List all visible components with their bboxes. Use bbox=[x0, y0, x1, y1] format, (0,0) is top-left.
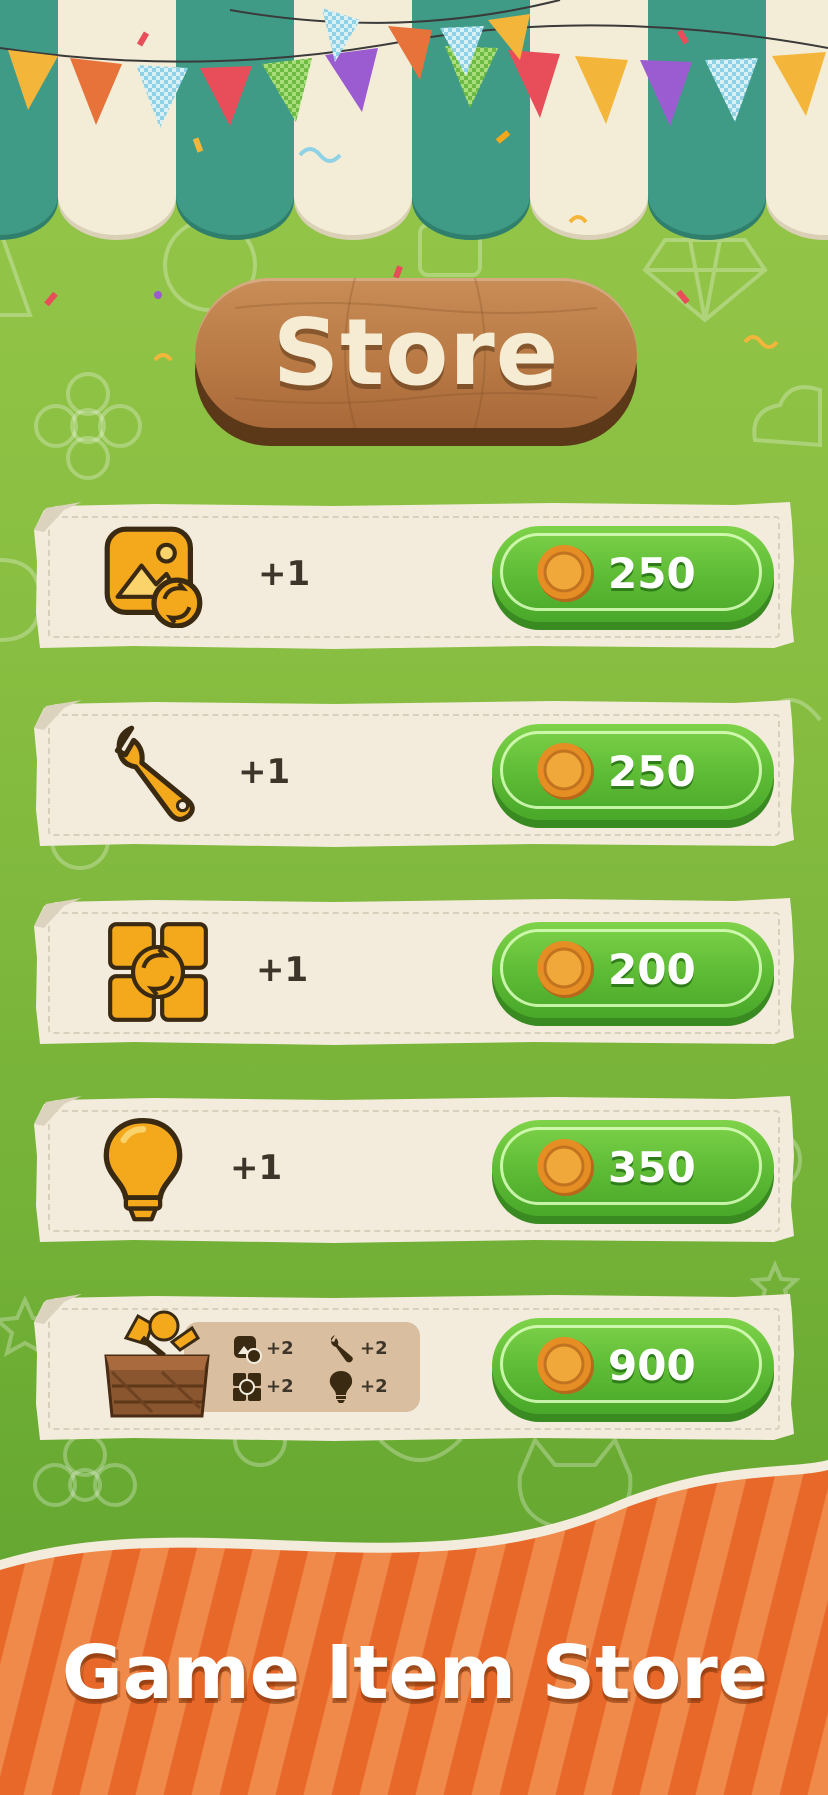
bundle-contents-panel: +2 +2 +2 +2 bbox=[184, 1322, 420, 1412]
treasure-chest-icon bbox=[104, 1310, 210, 1418]
store-item-card: +1 250 bbox=[34, 700, 794, 847]
bundle-quantity: +2 bbox=[266, 1376, 294, 1397]
bundle-card: +2 +2 +2 +2 900 bbox=[34, 1294, 794, 1441]
bundle-quantity: +2 bbox=[360, 1376, 388, 1397]
item-price: 200 bbox=[608, 945, 696, 994]
store-title-plank: Store bbox=[195, 278, 637, 448]
item-price: 350 bbox=[608, 1143, 696, 1192]
buy-button[interactable]: 250 bbox=[492, 526, 774, 630]
wrench-icon bbox=[114, 725, 195, 822]
item-quantity: +1 bbox=[230, 1148, 283, 1188]
shuffle-tiles-icon bbox=[108, 922, 208, 1022]
store-screen: Store +1 250 +1 250 +1 200 +1 350 +2 +2 … bbox=[0, 0, 828, 1795]
item-quantity: +1 bbox=[258, 554, 311, 594]
image-swap-icon bbox=[104, 526, 203, 628]
item-quantity: +1 bbox=[256, 950, 309, 990]
lightbulb-icon bbox=[103, 1118, 183, 1222]
item-price: 250 bbox=[608, 747, 696, 796]
buy-button[interactable]: 200 bbox=[492, 922, 774, 1026]
gold-coin-icon bbox=[537, 743, 594, 800]
bundle-quantity: +2 bbox=[360, 1338, 388, 1359]
item-quantity: +1 bbox=[238, 752, 291, 792]
gold-coin-icon bbox=[537, 941, 594, 998]
store-item-card: +1 200 bbox=[34, 898, 794, 1045]
shuffle-tiles-icon bbox=[233, 1373, 261, 1401]
awning bbox=[0, 0, 828, 240]
gold-coin-icon bbox=[537, 1139, 594, 1196]
bundle-quantity: +2 bbox=[266, 1338, 294, 1359]
banner-caption: Game Item Store bbox=[62, 1630, 768, 1716]
buy-button[interactable]: 350 bbox=[492, 1120, 774, 1224]
gold-coin-icon bbox=[537, 545, 594, 602]
store-item-card: +1 350 bbox=[34, 1096, 794, 1243]
item-price: 250 bbox=[608, 549, 696, 598]
buy-bundle-button[interactable]: 900 bbox=[492, 1318, 774, 1422]
store-item-card: +1 250 bbox=[34, 502, 794, 649]
lightbulb-icon bbox=[329, 1371, 353, 1403]
gold-coin-icon bbox=[537, 1337, 594, 1394]
buy-button[interactable]: 250 bbox=[492, 724, 774, 828]
wrench-icon bbox=[330, 1335, 353, 1363]
page-title: Store bbox=[272, 299, 560, 406]
bundle-price: 900 bbox=[608, 1341, 696, 1390]
image-swap-icon bbox=[234, 1336, 262, 1364]
